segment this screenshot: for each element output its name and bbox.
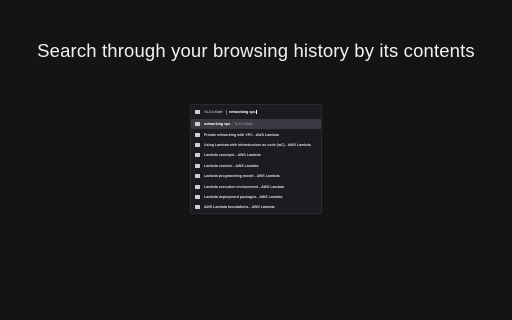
page-icon	[195, 122, 200, 127]
page-icon	[195, 153, 200, 158]
page-icon	[195, 184, 200, 189]
history-search-popup: To-Do Mate networking vpc networking vpc…	[190, 104, 322, 214]
result-title: networking vpc	[204, 122, 231, 127]
result-row[interactable]: Lambda deployment packages - AWS Lambda	[191, 192, 321, 202]
search-divider	[225, 109, 227, 115]
results-list: networking vpc - To-Do Mate Private networ…	[191, 119, 321, 213]
result-title: Lambda execution environment - AWS Lambd…	[204, 184, 285, 189]
result-title: Using Lambda with infrastructure as code…	[204, 142, 311, 147]
page-icon	[195, 163, 200, 168]
result-title: Private networking with VPC - AWS Lambda	[204, 132, 279, 137]
tab-icon	[195, 110, 200, 114]
result-row[interactable]: Lambda console - AWS Lambda	[191, 161, 321, 171]
result-row[interactable]: Using Lambda with infrastructure as code…	[191, 140, 321, 150]
result-title: Lambda console - AWS Lambda	[204, 163, 259, 168]
search-scope-label: To-Do Mate	[204, 110, 223, 114]
result-title: AWS Lambda foundations - AWS Lambda	[204, 205, 275, 210]
page-icon	[195, 194, 200, 199]
result-row[interactable]: Private networking with VPC - AWS Lambda	[191, 129, 321, 139]
result-row[interactable]: Lambda execution environment - AWS Lambd…	[191, 181, 321, 191]
headline: Search through your browsing history by …	[37, 40, 475, 61]
result-title: Lambda programming model - AWS Lambda	[204, 174, 280, 179]
result-row[interactable]: Lambda programming model - AWS Lambda	[191, 171, 321, 181]
result-row[interactable]: AWS Lambda foundations - AWS Lambda	[191, 202, 321, 212]
result-title: Lambda concepts - AWS Lambda	[204, 153, 261, 158]
result-title: Lambda deployment packages - AWS Lambda	[204, 194, 283, 199]
search-input[interactable]: networking vpc	[229, 110, 255, 114]
search-bar[interactable]: To-Do Mate networking vpc	[191, 105, 321, 119]
page-icon	[195, 174, 200, 179]
page-icon	[195, 142, 200, 147]
result-subtitle: - To-Do Mate	[231, 122, 253, 127]
result-row[interactable]: Lambda concepts - AWS Lambda	[191, 150, 321, 160]
page-icon	[195, 132, 200, 137]
result-row[interactable]: networking vpc - To-Do Mate	[191, 119, 321, 130]
page-icon	[195, 205, 200, 210]
